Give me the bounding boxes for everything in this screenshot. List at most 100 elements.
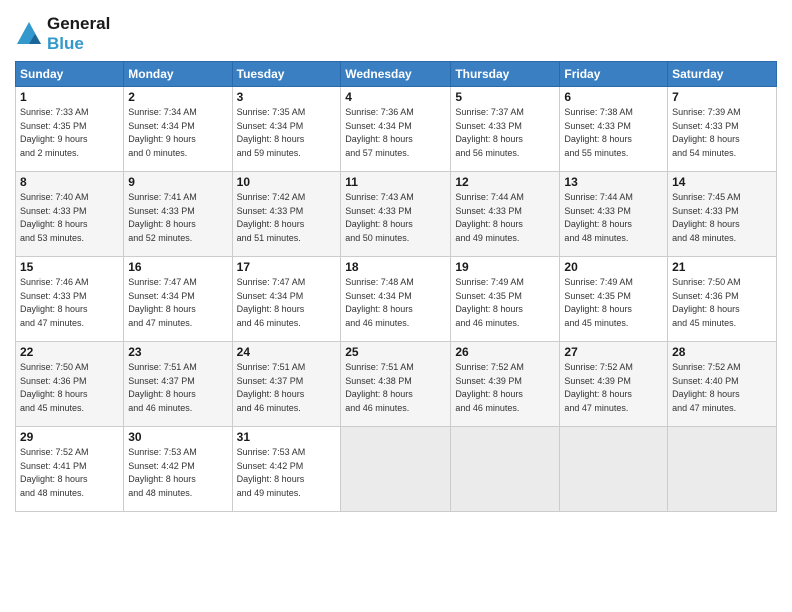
- day-number: 29: [20, 430, 119, 444]
- calendar-cell: 22 Sunrise: 7:50 AM Sunset: 4:36 PM Dayli…: [16, 342, 124, 427]
- calendar-cell: 28 Sunrise: 7:52 AM Sunset: 4:40 PM Dayli…: [668, 342, 777, 427]
- calendar-cell: 2 Sunrise: 7:34 AM Sunset: 4:34 PM Daylig…: [124, 87, 232, 172]
- day-info: Sunrise: 7:47 AM Sunset: 4:34 PM Dayligh…: [128, 276, 227, 330]
- logo: General Blue: [15, 14, 110, 53]
- day-info: Sunrise: 7:38 AM Sunset: 4:33 PM Dayligh…: [564, 106, 663, 160]
- day-number: 3: [237, 90, 337, 104]
- day-number: 26: [455, 345, 555, 359]
- day-info: Sunrise: 7:44 AM Sunset: 4:33 PM Dayligh…: [455, 191, 555, 245]
- day-number: 21: [672, 260, 772, 274]
- day-info: Sunrise: 7:37 AM Sunset: 4:33 PM Dayligh…: [455, 106, 555, 160]
- day-number: 18: [345, 260, 446, 274]
- day-number: 14: [672, 175, 772, 189]
- day-info: Sunrise: 7:39 AM Sunset: 4:33 PM Dayligh…: [672, 106, 772, 160]
- weekday-header-friday: Friday: [560, 62, 668, 87]
- day-number: 25: [345, 345, 446, 359]
- day-number: 20: [564, 260, 663, 274]
- day-info: Sunrise: 7:36 AM Sunset: 4:34 PM Dayligh…: [345, 106, 446, 160]
- weekday-header-wednesday: Wednesday: [341, 62, 451, 87]
- calendar-cell: 23Sunrise: 7:51 AM Sunset: 4:37 PM Dayli…: [124, 342, 232, 427]
- calendar-cell: [451, 427, 560, 512]
- calendar-cell: 10 Sunrise: 7:42 AM Sunset: 4:33 PM Dayli…: [232, 172, 341, 257]
- day-number: 15: [20, 260, 119, 274]
- day-info: Sunrise: 7:53 AM Sunset: 4:42 PM Dayligh…: [128, 446, 227, 500]
- day-number: 10: [237, 175, 337, 189]
- weekday-header-row: SundayMondayTuesdayWednesdayThursdayFrid…: [16, 62, 777, 87]
- day-info: Sunrise: 7:48 AM Sunset: 4:34 PM Dayligh…: [345, 276, 446, 330]
- calendar-cell: 26 Sunrise: 7:52 AM Sunset: 4:39 PM Dayli…: [451, 342, 560, 427]
- day-info: Sunrise: 7:49 AM Sunset: 4:35 PM Dayligh…: [564, 276, 663, 330]
- day-number: 24: [237, 345, 337, 359]
- day-number: 17: [237, 260, 337, 274]
- calendar-week-5: 29 Sunrise: 7:52 AM Sunset: 4:41 PM Dayli…: [16, 427, 777, 512]
- calendar-cell: 4 Sunrise: 7:36 AM Sunset: 4:34 PM Daylig…: [341, 87, 451, 172]
- day-info: Sunrise: 7:52 AM Sunset: 4:39 PM Dayligh…: [564, 361, 663, 415]
- calendar-cell: 8Sunrise: 7:40 AM Sunset: 4:33 PM Daylig…: [16, 172, 124, 257]
- day-number: 28: [672, 345, 772, 359]
- day-info: Sunrise: 7:35 AM Sunset: 4:34 PM Dayligh…: [237, 106, 337, 160]
- calendar-week-1: 1 Sunrise: 7:33 AM Sunset: 4:35 PM Daylig…: [16, 87, 777, 172]
- day-number: 7: [672, 90, 772, 104]
- day-info: Sunrise: 7:44 AM Sunset: 4:33 PM Dayligh…: [564, 191, 663, 245]
- weekday-header-sunday: Sunday: [16, 62, 124, 87]
- day-number: 22: [20, 345, 119, 359]
- day-info: Sunrise: 7:33 AM Sunset: 4:35 PM Dayligh…: [20, 106, 119, 160]
- calendar-cell: 12 Sunrise: 7:44 AM Sunset: 4:33 PM Dayli…: [451, 172, 560, 257]
- day-info: Sunrise: 7:43 AM Sunset: 4:33 PM Dayligh…: [345, 191, 446, 245]
- calendar-week-3: 15 Sunrise: 7:46 AM Sunset: 4:33 PM Dayli…: [16, 257, 777, 342]
- calendar-cell: 31 Sunrise: 7:53 AM Sunset: 4:42 PM Dayli…: [232, 427, 341, 512]
- calendar-cell: 7 Sunrise: 7:39 AM Sunset: 4:33 PM Daylig…: [668, 87, 777, 172]
- calendar-cell: 3 Sunrise: 7:35 AM Sunset: 4:34 PM Daylig…: [232, 87, 341, 172]
- calendar-page: General Blue SundayMondayTuesdayWednesda…: [0, 0, 792, 612]
- day-info: Sunrise: 7:51 AM Sunset: 4:38 PM Dayligh…: [345, 361, 446, 415]
- day-number: 13: [564, 175, 663, 189]
- calendar-cell: 9Sunrise: 7:41 AM Sunset: 4:33 PM Daylig…: [124, 172, 232, 257]
- day-info: Sunrise: 7:52 AM Sunset: 4:40 PM Dayligh…: [672, 361, 772, 415]
- day-info: Sunrise: 7:34 AM Sunset: 4:34 PM Dayligh…: [128, 106, 227, 160]
- day-number: 5: [455, 90, 555, 104]
- calendar-cell: 16Sunrise: 7:47 AM Sunset: 4:34 PM Dayli…: [124, 257, 232, 342]
- calendar-cell: 1 Sunrise: 7:33 AM Sunset: 4:35 PM Daylig…: [16, 87, 124, 172]
- weekday-header-monday: Monday: [124, 62, 232, 87]
- calendar-cell: 14 Sunrise: 7:45 AM Sunset: 4:33 PM Dayli…: [668, 172, 777, 257]
- day-info: Sunrise: 7:51 AM Sunset: 4:37 PM Dayligh…: [237, 361, 337, 415]
- day-info: Sunrise: 7:53 AM Sunset: 4:42 PM Dayligh…: [237, 446, 337, 500]
- calendar-cell: 15 Sunrise: 7:46 AM Sunset: 4:33 PM Dayli…: [16, 257, 124, 342]
- day-number: 11: [345, 175, 446, 189]
- calendar-cell: 21 Sunrise: 7:50 AM Sunset: 4:36 PM Dayli…: [668, 257, 777, 342]
- calendar-cell: [341, 427, 451, 512]
- day-number: 4: [345, 90, 446, 104]
- calendar-cell: 30Sunrise: 7:53 AM Sunset: 4:42 PM Dayli…: [124, 427, 232, 512]
- calendar-cell: 29 Sunrise: 7:52 AM Sunset: 4:41 PM Dayli…: [16, 427, 124, 512]
- calendar-cell: 11 Sunrise: 7:43 AM Sunset: 4:33 PM Dayli…: [341, 172, 451, 257]
- calendar-cell: 19Sunrise: 7:49 AM Sunset: 4:35 PM Dayli…: [451, 257, 560, 342]
- day-info: Sunrise: 7:50 AM Sunset: 4:36 PM Dayligh…: [20, 361, 119, 415]
- day-info: Sunrise: 7:42 AM Sunset: 4:33 PM Dayligh…: [237, 191, 337, 245]
- day-number: 9: [128, 175, 227, 189]
- calendar-cell: 20 Sunrise: 7:49 AM Sunset: 4:35 PM Dayli…: [560, 257, 668, 342]
- calendar-week-4: 22 Sunrise: 7:50 AM Sunset: 4:36 PM Dayli…: [16, 342, 777, 427]
- calendar-cell: 24 Sunrise: 7:51 AM Sunset: 4:37 PM Dayli…: [232, 342, 341, 427]
- weekday-header-tuesday: Tuesday: [232, 62, 341, 87]
- calendar-week-2: 8Sunrise: 7:40 AM Sunset: 4:33 PM Daylig…: [16, 172, 777, 257]
- day-number: 6: [564, 90, 663, 104]
- calendar-cell: 6 Sunrise: 7:38 AM Sunset: 4:33 PM Daylig…: [560, 87, 668, 172]
- day-number: 12: [455, 175, 555, 189]
- logo-icon: [15, 20, 43, 48]
- calendar-cell: 25 Sunrise: 7:51 AM Sunset: 4:38 PM Dayli…: [341, 342, 451, 427]
- day-info: Sunrise: 7:47 AM Sunset: 4:34 PM Dayligh…: [237, 276, 337, 330]
- calendar-table: SundayMondayTuesdayWednesdayThursdayFrid…: [15, 61, 777, 512]
- weekday-header-thursday: Thursday: [451, 62, 560, 87]
- day-number: 1: [20, 90, 119, 104]
- day-info: Sunrise: 7:46 AM Sunset: 4:33 PM Dayligh…: [20, 276, 119, 330]
- calendar-cell: [560, 427, 668, 512]
- day-info: Sunrise: 7:52 AM Sunset: 4:39 PM Dayligh…: [455, 361, 555, 415]
- day-info: Sunrise: 7:52 AM Sunset: 4:41 PM Dayligh…: [20, 446, 119, 500]
- calendar-cell: 27 Sunrise: 7:52 AM Sunset: 4:39 PM Dayli…: [560, 342, 668, 427]
- day-number: 27: [564, 345, 663, 359]
- day-number: 2: [128, 90, 227, 104]
- header: General Blue: [15, 10, 777, 53]
- day-info: Sunrise: 7:45 AM Sunset: 4:33 PM Dayligh…: [672, 191, 772, 245]
- day-info: Sunrise: 7:50 AM Sunset: 4:36 PM Dayligh…: [672, 276, 772, 330]
- day-number: 31: [237, 430, 337, 444]
